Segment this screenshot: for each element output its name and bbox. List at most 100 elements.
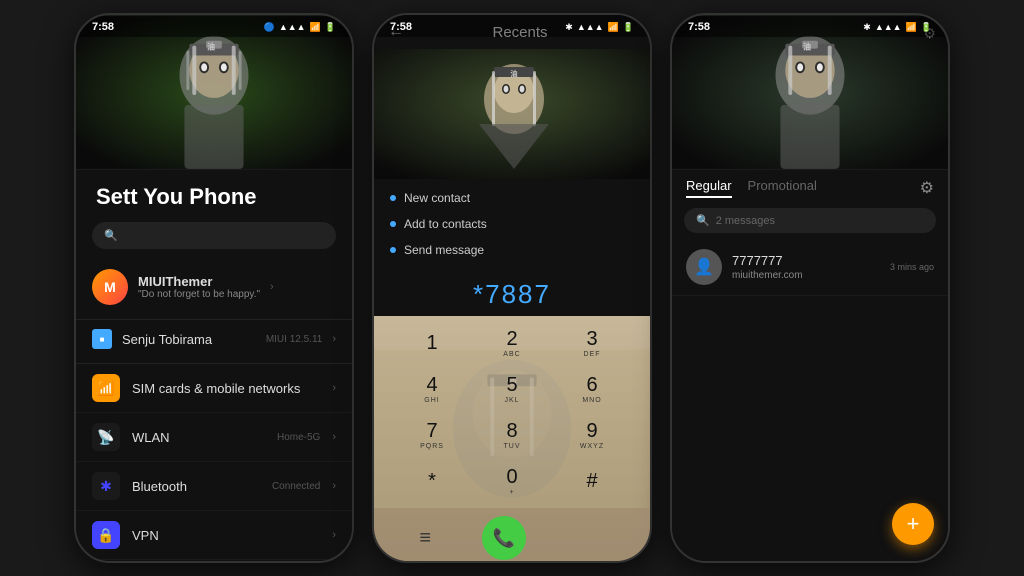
key-8-num: 8 [506, 420, 517, 443]
bt-icon-2: ✱ [565, 22, 573, 33]
sim-item[interactable]: 📶 SIM cards & mobile networks › [76, 364, 352, 413]
send-msg-btn[interactable]: Send message [374, 237, 650, 263]
signal-icon-3: ▲▲▲ [875, 22, 902, 32]
tab-promotional[interactable]: Promotional [748, 178, 817, 198]
key-9-letters: WXYZ [580, 443, 604, 450]
key-0[interactable]: 0+ [474, 460, 550, 502]
key-3[interactable]: 3DEF [554, 322, 630, 364]
key-5-letters: JKL [504, 397, 519, 404]
key-hash[interactable]: # [554, 460, 630, 502]
bluetooth-icon: ✱ [92, 472, 120, 500]
delete-button[interactable]: ≡ [419, 527, 431, 550]
dialer-pad-bg: 油 1 2ABC 3DEF 4GHI 5JKL 6MNO 7PQRS 8TUV … [374, 316, 650, 561]
compose-fab[interactable]: + [892, 503, 934, 545]
dot-icon-2 [390, 221, 396, 227]
chevron-senju: › [332, 333, 336, 345]
new-contact-btn[interactable]: New contact [374, 185, 650, 211]
key-9[interactable]: 9WXYZ [554, 414, 630, 456]
key-7[interactable]: 7PQRS [394, 414, 470, 456]
contact-avatar: 👤 [686, 249, 722, 285]
message-info: 7777777 miuithemer.com [732, 253, 880, 281]
status-bar-1: 7:58 🔵 ▲▲▲ 📶 🔋 [76, 15, 352, 37]
messages-header: Regular Promotional ⚙ [672, 170, 948, 202]
message-time: 3 mins ago [890, 262, 934, 272]
battery-icon-3: 🔋 [921, 22, 932, 33]
search-icon: 🔍 [104, 229, 118, 242]
message-search[interactable]: 🔍 2 messages [684, 208, 936, 233]
svg-text:油: 油 [207, 42, 215, 52]
chevron-vpn: › [332, 529, 336, 541]
senju-item[interactable]: ■ Senju Tobirama MIUI 12.5.11 › [76, 320, 352, 364]
add-contact-btn[interactable]: Add to contacts [374, 211, 650, 237]
key-2-letters: ABC [503, 351, 520, 358]
bt-icon-3: ✱ [863, 22, 871, 33]
key-star[interactable]: * [394, 460, 470, 502]
user-profile-item[interactable]: M MIUIThemer "Do not forget to be happy.… [76, 259, 352, 320]
key-3-letters: DEF [584, 351, 601, 358]
sim-text: SIM cards & mobile networks [132, 381, 320, 396]
key-6-letters: MNO [582, 397, 601, 404]
tab-regular[interactable]: Regular [686, 178, 732, 198]
contact-hero: 油 [374, 49, 650, 179]
dot-icon-3 [390, 247, 396, 253]
key-0-letters: + [509, 489, 514, 496]
new-contact-label: New contact [404, 191, 470, 205]
chevron-bt: › [332, 480, 336, 492]
phone-dialer: 7:58 ✱ ▲▲▲ 📶 🔋 ← Recents [372, 13, 652, 563]
wifi-icon: 📶 [310, 22, 321, 33]
key-5-num: 5 [506, 374, 517, 397]
key-0-num: 0 [506, 466, 517, 489]
status-icons-3: ✱ ▲▲▲ 📶 🔋 [863, 22, 932, 33]
key-7-num: 7 [426, 420, 437, 443]
sharing-item[interactable]: ♾ Connection & sharing › [76, 560, 352, 561]
settings-gear-icon[interactable]: ⚙ [920, 178, 934, 198]
status-bar-3: 7:58 ✱ ▲▲▲ 📶 🔋 [672, 15, 948, 37]
key-4-letters: GHI [424, 397, 439, 404]
settings-content: Sett You Phone 🔍 M MIUIThemer "Do not fo… [76, 170, 352, 561]
search-input[interactable] [124, 230, 324, 242]
contact-actions: New contact Add to contacts Send message [374, 179, 650, 269]
sim-icon: 📶 [92, 374, 120, 402]
wlan-label: WLAN [132, 430, 265, 445]
key-4[interactable]: 4GHI [394, 368, 470, 410]
bt-label: Bluetooth [132, 479, 260, 494]
search-bar[interactable]: 🔍 [92, 222, 336, 249]
page-title: Sett You Phone [76, 170, 352, 218]
dial-pad: 1 2ABC 3DEF 4GHI 5JKL 6MNO 7PQRS 8TUV 9W… [374, 316, 650, 508]
key-1-num: 1 [426, 332, 437, 355]
senju-version: MIUI 12.5.11 [266, 334, 323, 345]
dot-icon [390, 195, 396, 201]
bt-right: Connected [272, 481, 320, 492]
dialer-number: *7887 [374, 269, 650, 316]
message-item[interactable]: 👤 7777777 miuithemer.com 3 mins ago [672, 239, 948, 296]
status-bar-2: 7:58 ✱ ▲▲▲ 📶 🔋 [374, 15, 650, 37]
sim-label: SIM cards & mobile networks [132, 381, 320, 396]
vpn-text: VPN [132, 528, 320, 543]
battery-icon-2: 🔋 [623, 22, 634, 33]
call-button[interactable]: 📞 [482, 516, 526, 560]
vpn-item[interactable]: 🔒 VPN › [76, 511, 352, 560]
key-star-num: * [428, 470, 436, 493]
time-3: 7:58 [688, 21, 710, 33]
wlan-item[interactable]: 📡 WLAN Home-5G › [76, 413, 352, 462]
senju-text: Senju Tobirama [122, 332, 256, 347]
key-5[interactable]: 5JKL [474, 368, 550, 410]
chevron-sim: › [332, 382, 336, 394]
key-8[interactable]: 8TUV [474, 414, 550, 456]
key-1[interactable]: 1 [394, 322, 470, 364]
chevron-icon: › [270, 281, 274, 293]
signal-icon-2: ▲▲▲ [577, 22, 604, 32]
phone-settings: 7:58 🔵 ▲▲▲ 📶 🔋 [74, 13, 354, 563]
add-contact-label: Add to contacts [404, 217, 487, 231]
avatar: M [92, 269, 128, 305]
msg-search-icon: 🔍 [696, 214, 710, 227]
user-name: MIUIThemer [138, 274, 260, 289]
dialer-bottom: ≡ 📞 [374, 508, 650, 561]
key-9-num: 9 [586, 420, 597, 443]
key-6[interactable]: 6MNO [554, 368, 630, 410]
status-icons-2: ✱ ▲▲▲ 📶 🔋 [565, 22, 634, 33]
chevron-wlan: › [332, 431, 336, 443]
bluetooth-item[interactable]: ✱ Bluetooth Connected › [76, 462, 352, 511]
key-2[interactable]: 2ABC [474, 322, 550, 364]
time-2: 7:58 [390, 21, 412, 33]
